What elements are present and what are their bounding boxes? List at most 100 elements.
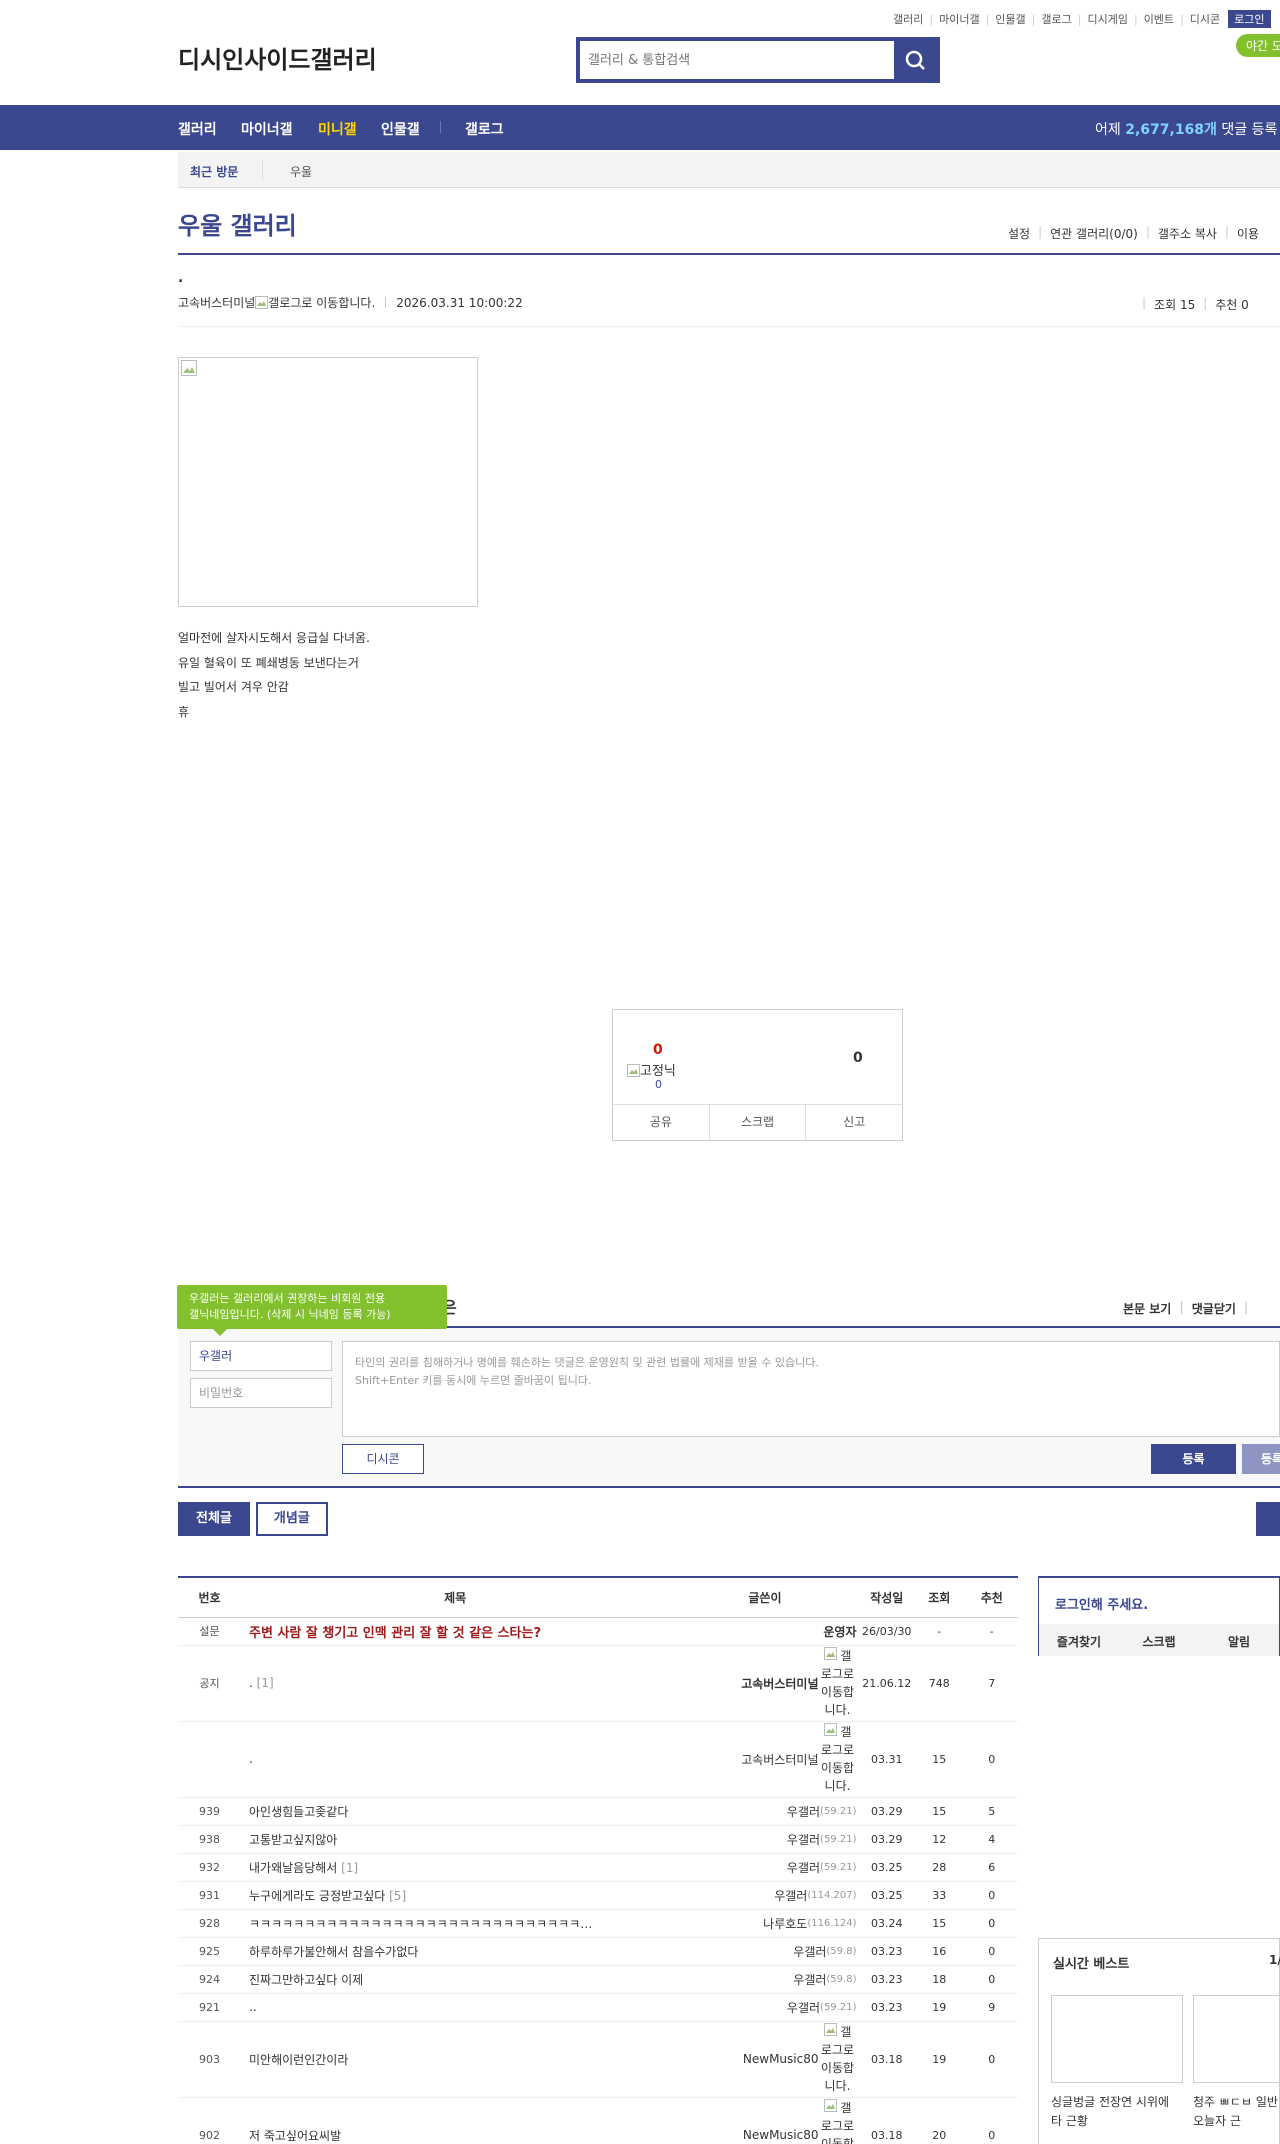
table-row[interactable]: 939 아인생힘들고좆같다 우갤러 (59.21) 03.29 15 5 — [178, 1797, 1018, 1826]
topmenu-item-event[interactable]: 이벤트 — [1144, 11, 1174, 27]
comment-textarea[interactable]: 타인의 권리를 침해하거나 명예를 훼손하는 댓글은 운영원칙 및 관련 법률에… — [342, 1341, 1280, 1437]
scrap-button[interactable]: 스크랩 — [710, 1105, 807, 1140]
post-writer[interactable]: 우갤러 — [793, 1971, 826, 1988]
nav-person-gallery[interactable]: 인물갤 — [381, 119, 420, 139]
post-author[interactable]: 고속버스터미널 — [178, 294, 255, 311]
best-thumbnail[interactable] — [1193, 1995, 1280, 2083]
tab-all-posts[interactable]: 전체글 — [178, 1502, 250, 1536]
topmenu-item-gallog[interactable]: 갤로그 — [1041, 11, 1071, 27]
post-subject[interactable]: . — [249, 1752, 253, 1766]
best-thumbnail[interactable] — [1051, 1995, 1183, 2083]
comment-submit-recommend-button[interactable]: 등록 — [1242, 1444, 1280, 1474]
table-row[interactable]: 925 하루하루가불안해서 참을수가없다 우갤러 (59.8) 03.23 16 0 — [178, 1937, 1018, 1966]
topmenu-item-gallery[interactable]: 갤러리 — [893, 11, 923, 27]
table-row[interactable]: 931 누구에게라도 긍정받고싶다 [5] 우갤러 (114.207) 03.25 33… — [178, 1881, 1018, 1910]
table-row[interactable]: 921.. 우갤러 (59.21) 03.23 19 9 — [178, 1993, 1018, 2022]
favorites-link[interactable]: 즐겨찾기 — [1039, 1624, 1119, 1656]
table-row[interactable]: 설문 주변 사람 잘 챙기고 인맥 관리 잘 할 것 같은 스타는? 운영자 26/0… — [178, 1617, 1018, 1646]
login-button[interactable]: 로그인 — [1228, 10, 1271, 28]
password-field[interactable]: 비밀번호 — [190, 1378, 332, 1408]
view-body-link[interactable]: 본문 보기 — [1123, 1300, 1171, 1317]
close-comments-link[interactable]: 댓글닫기 — [1192, 1300, 1236, 1317]
comment-count[interactable]: [5] — [389, 1889, 406, 1903]
downvote-count[interactable]: 0 — [853, 1050, 863, 1066]
write-button[interactable] — [1256, 1502, 1280, 1536]
gallog-icon[interactable]: 갤로그로 이동합니다. — [255, 294, 375, 311]
gallog-icon[interactable]: 갤로그로 이동합니다. — [818, 1723, 856, 1795]
gallog-icon[interactable]: 갤로그로 이동합니다. — [818, 1647, 856, 1719]
post-subject[interactable]: 주변 사람 잘 챙기고 인맥 관리 잘 할 것 같은 스타는? — [249, 1626, 541, 1641]
usage-link[interactable]: 이용 — [1237, 225, 1259, 242]
post-writer[interactable]: 우갤러 — [787, 1859, 820, 1876]
post-writer[interactable]: 나루호도 — [763, 1915, 807, 1932]
table-row[interactable]: 924 진짜그만하고싶다 이제 우갤러 (59.8) 03.23 18 0 — [178, 1965, 1018, 1994]
post-subject[interactable]: 하루하루가불안해서 참을수가없다 — [249, 1945, 418, 1959]
gallog-icon[interactable]: 갤로그로 이동합니다. — [818, 2099, 856, 2144]
topmenu-item-minor[interactable]: 마이너갤 — [939, 11, 979, 27]
upvote-count[interactable]: 0 — [653, 1042, 663, 1058]
nickname-field[interactable]: 우갤러 — [190, 1341, 332, 1371]
comment-count[interactable]: [1] — [341, 1861, 358, 1875]
nav-gallery[interactable]: 갤러리 — [178, 119, 217, 139]
post-writer[interactable]: 우갤러 — [787, 1803, 820, 1820]
post-writer[interactable]: 고속버스터미널 — [741, 1675, 818, 1692]
post-writer[interactable]: 운영자 — [823, 1623, 856, 1640]
post-subject[interactable]: 아인생힘들고좆같다 — [249, 1805, 348, 1819]
post-subject[interactable]: . — [249, 1676, 253, 1690]
post-subject[interactable]: 미안해이런인간이라 — [249, 2053, 348, 2067]
post-image[interactable] — [178, 357, 478, 607]
post-subject[interactable]: 누구에게라도 긍정받고싶다 — [249, 1889, 385, 1903]
search-button[interactable] — [894, 41, 936, 79]
table-row[interactable]: 903 미안해이런인간이라 NewMusic80 갤로그로 이동합니다. 03.18 1… — [178, 2021, 1018, 2098]
topmenu-item-person[interactable]: 인물갤 — [995, 11, 1025, 27]
post-date: 03.25 — [860, 1881, 913, 1910]
table-row[interactable]: 902 저 죽고싶어요씨발 NewMusic80 갤로그로 이동합니다.03.182… — [178, 2097, 1018, 2144]
post-subject[interactable]: .. — [249, 2000, 257, 2014]
nav-gallog[interactable]: 갤로그 — [465, 119, 504, 139]
post-writer[interactable]: 우갤러 — [787, 1999, 820, 2016]
post-views: 15 — [912, 1797, 966, 1826]
recent-visit-label[interactable]: 최근 방문 — [190, 163, 238, 180]
table-row[interactable]: . 고속버스터미널 갤로그로 이동합니다. 03.31 15 0 — [178, 1721, 1018, 1798]
post-subject[interactable]: 진짜그만하고싶다 이제 — [249, 1973, 363, 1987]
side-login-title[interactable]: 로그인해 주세요. — [1055, 1594, 1148, 1613]
topmenu-item-game[interactable]: 디시게임 — [1087, 11, 1127, 27]
nav-minor-gallery[interactable]: 마이너갤 — [241, 119, 293, 139]
post-writer[interactable]: 우갤러 — [787, 1831, 820, 1848]
post-writer[interactable]: 우갤러 — [793, 1943, 826, 1960]
tab-concept-posts[interactable]: 개념글 — [255, 1502, 328, 1536]
post-writer[interactable]: NewMusic80 — [743, 2052, 819, 2066]
site-logo[interactable]: 디시인사이드갤러리 — [178, 40, 377, 75]
table-row[interactable]: 932 내가왜날음당해서 [1] 우갤러 (59.21) 03.25 28 6 — [178, 1853, 1018, 1882]
post-writer[interactable]: NewMusic80 — [743, 2128, 819, 2142]
post-subject[interactable]: 내가왜날음당해서 — [249, 1861, 337, 1875]
topmenu-item-dccon[interactable]: 디시콘 — [1190, 11, 1220, 27]
related-gallery-link[interactable]: 연관 갤러리(0/0) — [1050, 225, 1138, 242]
share-button[interactable]: 공유 — [613, 1105, 710, 1140]
copy-address-link[interactable]: 갤주소 복사 — [1158, 225, 1217, 242]
gallery-title[interactable]: 우울 갤러리 — [178, 206, 297, 241]
dccon-button[interactable]: 디시콘 — [342, 1444, 424, 1474]
post-writer[interactable]: 고속버스터미널 — [741, 1751, 818, 1768]
best-caption[interactable]: 청주 ㅃㄷㅂ 일반 원 사건 오늘자 근 — [1193, 2093, 1280, 2131]
comment-submit-button[interactable]: 등록 — [1151, 1444, 1236, 1474]
nav-mini-gallery[interactable]: 미니갤 — [318, 119, 357, 139]
post-subject[interactable]: 고통받고싶지않아 — [249, 1833, 337, 1847]
comment-count[interactable]: [1] — [257, 1676, 274, 1690]
table-row[interactable]: 공지. [1] 고속버스터미널 갤로그로 이동합니다. 21.06.12 748 7 — [178, 1645, 1018, 1722]
table-row[interactable]: 938 고통받고싶지않아 우갤러 (59.21) 03.29 12 4 — [178, 1825, 1018, 1854]
table-row[interactable]: 928 ㅋㅋㅋㅋㅋㅋㅋㅋㅋㅋㅋㅋㅋㅋㅋㅋㅋㅋㅋㅋㅋㅋㅋㅋㅋㅋㅋㅋㅋㅋ… 나루호도 (… — [178, 1909, 1018, 1938]
report-button[interactable]: 신고 — [806, 1105, 902, 1140]
notification-link[interactable]: 알림 — [1199, 1624, 1279, 1656]
search-input[interactable] — [580, 41, 890, 79]
gallery-settings-link[interactable]: 설정 — [1008, 225, 1030, 242]
gallog-icon[interactable]: 갤로그로 이동합니다. — [818, 2023, 856, 2095]
post-subject[interactable]: 저 죽고싶어요씨발 — [249, 2129, 341, 2143]
night-mode-button[interactable]: 야간 모 — [1236, 34, 1280, 57]
post-number: 설문 — [178, 1617, 241, 1646]
post-writer[interactable]: 우갤러 — [774, 1887, 807, 1904]
best-caption[interactable]: 싱글벙글 전장연 시위에 타 근황 — [1051, 2093, 1183, 2131]
recent-visit-item[interactable]: 우울 — [290, 163, 312, 180]
scrap-link[interactable]: 스크랩 — [1119, 1624, 1199, 1656]
post-subject[interactable]: ㅋㅋㅋㅋㅋㅋㅋㅋㅋㅋㅋㅋㅋㅋㅋㅋㅋㅋㅋㅋㅋㅋㅋㅋㅋㅋㅋㅋㅋㅋ… — [249, 1917, 592, 1931]
